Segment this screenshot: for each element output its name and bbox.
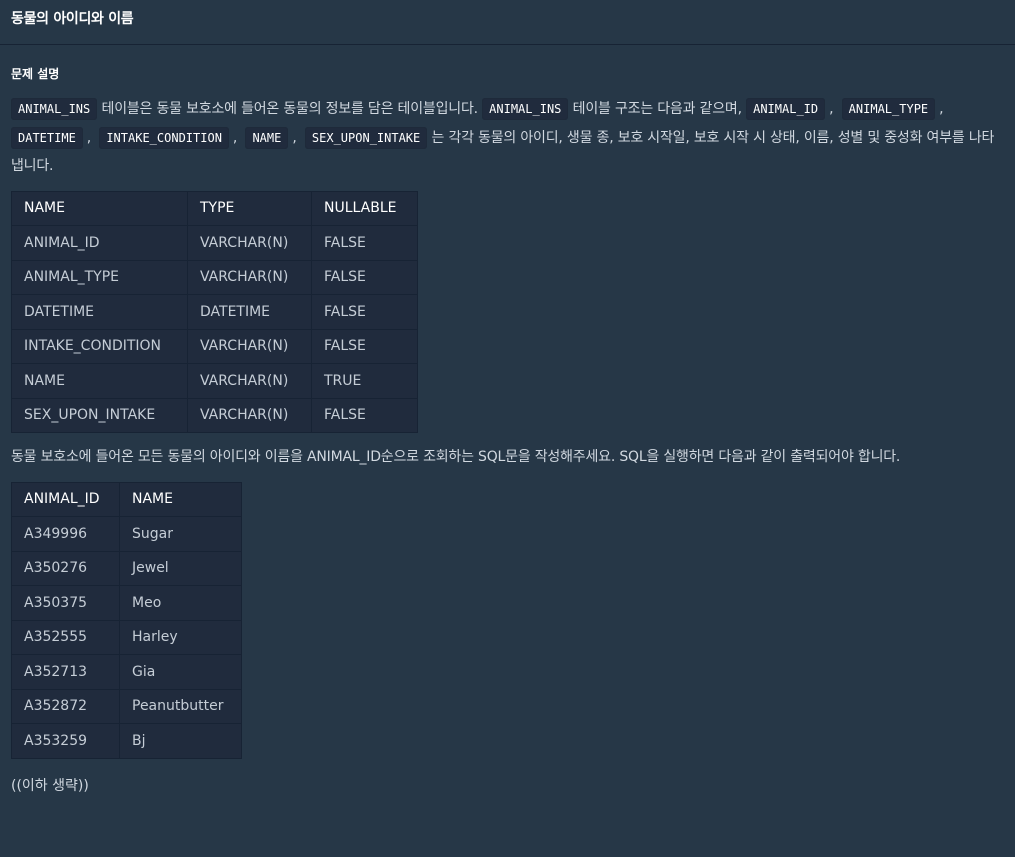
separator: ,	[86, 129, 92, 146]
table-header-row: NAME TYPE NULLABLE	[11, 190, 418, 226]
table-row: A353259 Bj	[11, 723, 242, 759]
table-cell: TRUE	[311, 363, 418, 399]
table-cell: FALSE	[311, 294, 418, 330]
table-cell: VARCHAR(N)	[187, 259, 312, 295]
code-sex-upon-intake: SEX_UPON_INTAKE	[304, 126, 428, 149]
table-cell: A352872	[11, 688, 120, 724]
table-row: A350375 Meo	[11, 585, 242, 621]
table-cell: VARCHAR(N)	[187, 397, 312, 433]
code-animal-id: ANIMAL_ID	[746, 98, 826, 120]
table-cell: SEX_UPON_INTAKE	[11, 397, 188, 433]
problem-content: 문제 설명 ANIMAL_INS 테이블은 동물 보호소에 들어온 동물의 정보…	[0, 65, 1015, 795]
table-row: INTAKE_CONDITION VARCHAR(N) FALSE	[11, 328, 418, 364]
table-row: A352713 Gia	[11, 654, 242, 690]
intro-text-2: 테이블 구조는 다음과 같으며,	[572, 101, 742, 117]
table-cell: VARCHAR(N)	[187, 363, 312, 399]
table-cell: VARCHAR(N)	[187, 225, 312, 261]
code-name: NAME	[245, 126, 289, 149]
footnote: ((이하 생략))	[11, 777, 89, 794]
separator: ,	[292, 129, 297, 146]
table-cell: DATETIME	[11, 294, 188, 330]
problem-description: ANIMAL_INS 테이블은 동물 보호소에 들어온 동물의 정보를 담은 테…	[11, 95, 1005, 181]
table-cell: INTAKE_CONDITION	[11, 328, 188, 364]
table-cell: A353259	[11, 723, 120, 759]
page-title: 동물의 아이디와 이름	[11, 11, 134, 27]
table-row: DATETIME DATETIME FALSE	[11, 294, 418, 330]
table-cell: NAME	[11, 363, 188, 399]
column-header: TYPE	[187, 190, 312, 226]
table-row: A349996 Sugar	[11, 516, 242, 552]
table-cell: FALSE	[311, 328, 418, 364]
column-header: NAME	[119, 481, 242, 517]
table-cell: A352555	[11, 619, 120, 655]
section-title: 문제 설명	[11, 67, 60, 81]
code-animal-ins: ANIMAL_INS	[11, 98, 98, 120]
table-cell: ANIMAL_TYPE	[11, 259, 188, 295]
intro-text-1: 테이블은 동물 보호소에 들어온 동물의 정보를 담은 테이블입니다.	[101, 101, 479, 117]
table-cell: Sugar	[119, 516, 242, 552]
table-cell: Bj	[119, 723, 242, 759]
code-animal-type: ANIMAL_TYPE	[841, 98, 936, 120]
column-header: ANIMAL_ID	[11, 481, 120, 517]
table-cell: Harley	[119, 619, 242, 655]
column-header: NAME	[11, 190, 188, 226]
table-cell: Jewel	[119, 550, 242, 586]
schema-table: NAME TYPE NULLABLE ANIMAL_ID VARCHAR(N) …	[11, 190, 418, 433]
table-cell: A352713	[11, 654, 120, 690]
table-row: A350276 Jewel	[11, 550, 242, 586]
table-cell: DATETIME	[187, 294, 312, 330]
table-row: SEX_UPON_INTAKE VARCHAR(N) FALSE	[11, 397, 418, 433]
separator: ,	[232, 129, 238, 146]
result-table: ANIMAL_ID NAME A349996 Sugar A350276 Jew…	[11, 481, 242, 759]
code-intake-condition: INTAKE_CONDITION	[99, 126, 229, 149]
table-cell: A350375	[11, 585, 120, 621]
separator: ,	[939, 101, 944, 117]
page-header: 동물의 아이디와 이름	[0, 0, 1015, 45]
table-cell: FALSE	[311, 259, 418, 295]
table-cell: VARCHAR(N)	[187, 328, 312, 364]
table-cell: A350276	[11, 550, 120, 586]
table-row: A352872 Peanutbutter	[11, 688, 242, 724]
code-datetime: DATETIME	[11, 126, 83, 149]
code-animal-ins-2: ANIMAL_INS	[482, 98, 569, 120]
column-header: NULLABLE	[311, 190, 418, 226]
task-description: 동물 보호소에 들어온 모든 동물의 아이디와 이름을 ANIMAL_ID순으로…	[11, 449, 901, 465]
table-row: ANIMAL_ID VARCHAR(N) FALSE	[11, 225, 418, 261]
table-row: NAME VARCHAR(N) TRUE	[11, 363, 418, 399]
separator: ,	[829, 101, 834, 117]
table-row: ANIMAL_TYPE VARCHAR(N) FALSE	[11, 259, 418, 295]
table-header-row: ANIMAL_ID NAME	[11, 481, 242, 517]
table-cell: Meo	[119, 585, 242, 621]
table-cell: ANIMAL_ID	[11, 225, 188, 261]
table-row: A352555 Harley	[11, 619, 242, 655]
table-cell: Peanutbutter	[119, 688, 242, 724]
table-cell: FALSE	[311, 225, 418, 261]
table-cell: FALSE	[311, 397, 418, 433]
table-cell: A349996	[11, 516, 120, 552]
table-cell: Gia	[119, 654, 242, 690]
